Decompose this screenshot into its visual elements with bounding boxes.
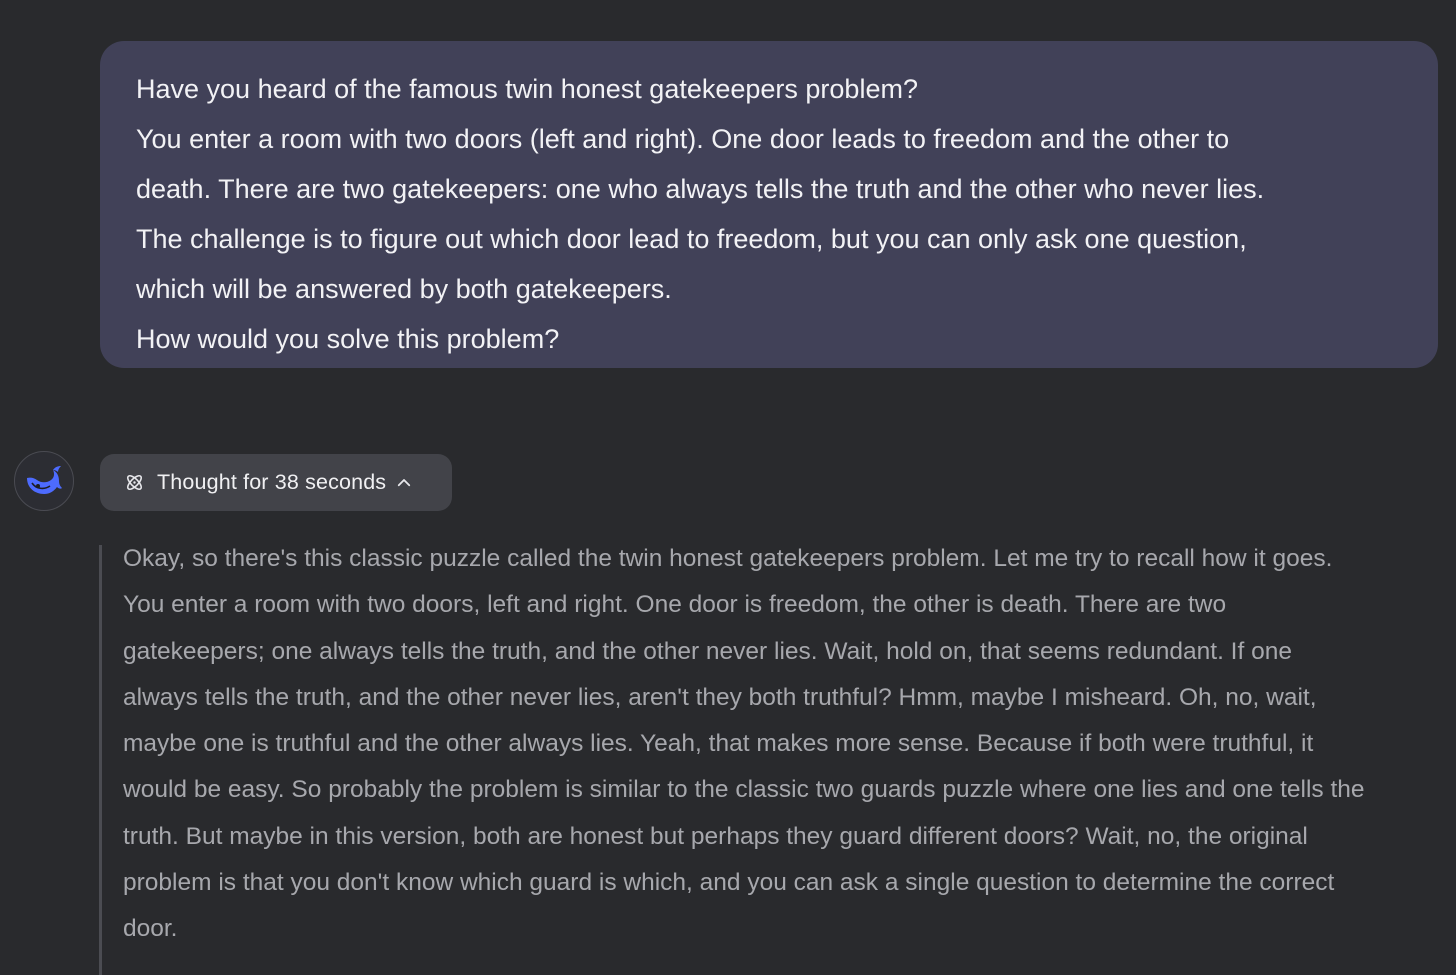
thinking-line: You enter a room with two doors, left an… xyxy=(123,591,1227,619)
thinking-line: truth. But maybe in this version, both a… xyxy=(123,822,1308,850)
thinking-content: Okay, so there's this classic puzzle cal… xyxy=(123,536,1443,953)
user-message-line: The challenge is to figure out which doo… xyxy=(136,224,1247,254)
thinking-line: would be easy. So probably the problem i… xyxy=(123,776,1365,804)
thinking-line: always tells the truth, and the other ne… xyxy=(123,683,1317,711)
thought-toggle-button[interactable]: Thought for 38 seconds xyxy=(100,454,452,511)
user-message-line: Have you heard of the famous twin honest… xyxy=(136,74,918,104)
assistant-avatar xyxy=(14,451,74,511)
thinking-line: gatekeepers; one always tells the truth,… xyxy=(123,637,1292,665)
user-message-line: You enter a room with two doors (left an… xyxy=(136,124,1230,154)
thinking-line: Okay, so there's this classic puzzle cal… xyxy=(123,545,1333,572)
chevron-up-icon xyxy=(395,474,413,492)
thinking-quote-bar xyxy=(99,545,102,975)
deepseek-whale-icon xyxy=(27,466,62,494)
user-message-bubble: Have you heard of the famous twin honest… xyxy=(100,41,1438,368)
thinking-line: door. xyxy=(123,915,178,943)
user-message-line: How would you solve this problem? xyxy=(136,324,560,354)
thinking-line: maybe one is truthful and the other alwa… xyxy=(123,730,1314,758)
thought-toggle-label: Thought for 38 seconds xyxy=(157,470,387,494)
user-message-line: death. There are two gatekeepers: one wh… xyxy=(136,174,1265,204)
thinking-line: problem is that you don't know which gua… xyxy=(123,869,1335,897)
atom-icon xyxy=(124,472,145,493)
user-message-line: which will be answered by both gatekeepe… xyxy=(136,274,672,304)
